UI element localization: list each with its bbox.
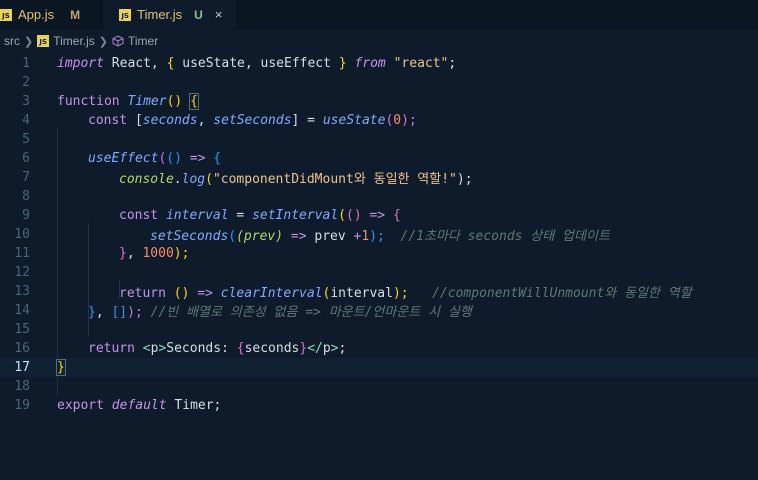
close-icon[interactable]: × [215,7,223,22]
line-number: 10 [14,227,30,242]
line-number: 14 [14,303,30,318]
chevron-right-icon: ❯ [24,35,34,48]
line-number: 16 [14,341,30,356]
code-line: 7 console.log("componentDidMount와 동일한 역할… [0,168,758,187]
code-line: 6 useEffect(() => { [0,149,758,168]
code-line: 8 [0,187,758,206]
code-editor[interactable]: 1 import React, { useState, useEffect } … [0,52,758,480]
line-number: 19 [14,398,30,413]
line-number: 4 [22,113,30,128]
code-line: 2 [0,73,758,92]
line-number: 2 [22,75,30,90]
code-text: export default Timer; [57,398,222,413]
line-number: 8 [22,189,30,204]
code-text: }, []); //빈 배열로 의존성 없음 => 마운트/언마운트 시 실행 [88,305,472,320]
breadcrumb-file[interactable]: Timer.js [53,34,95,48]
line-number: 3 [22,94,30,109]
chevron-right-icon: ❯ [98,35,108,48]
code-line: 19 export default Timer; [0,396,758,415]
code-line: 11 }, 1000); [0,244,758,263]
code-line: 18 [0,377,758,396]
code-line: 4 const [seconds, setSeconds] = useState… [0,111,758,130]
code-text: return () => clearInterval(interval); //… [119,286,692,301]
untracked-status-badge: U [194,7,203,22]
breadcrumb-folder[interactable]: src [4,34,20,48]
code-text: function Timer() { [57,93,199,110]
tab-timer-js[interactable]: JS Timer.js U × [103,0,238,29]
code-text: setSeconds((prev) => prev +1); //1초마다 se… [150,229,610,244]
code-line: 12 [0,263,758,282]
line-number: 17 [14,360,30,375]
code-text: const [seconds, setSeconds] = useState(0… [88,113,417,128]
code-line: 10 setSeconds((prev) => prev +1); //1초마다… [0,225,758,244]
code-text: useEffect(() => { [88,151,222,166]
code-text: }, 1000); [119,246,190,261]
line-number: 5 [22,132,30,147]
breadcrumb-symbol[interactable]: Timer [128,34,158,48]
tab-label: App.js [18,7,55,22]
code-line: 1 import React, { useState, useEffect } … [0,54,758,73]
line-number: 7 [22,170,30,185]
code-line: 13 return () => clearInterval(interval);… [0,282,758,301]
code-text: const interval = setInterval(() => { [119,208,401,223]
javascript-file-icon: JS [119,8,132,21]
code-line: 15 [0,320,758,339]
modified-status-badge: M [70,7,81,22]
javascript-file-icon: JS [0,8,12,21]
code-line: 5 [0,130,758,149]
symbol-cube-icon [112,35,124,47]
line-number: 11 [14,246,30,261]
tab-app-js[interactable]: JS App.js M [0,0,104,29]
editor-tab-bar: JS App.js M JS Timer.js U × [0,0,758,30]
code-line-current: 17 } [0,358,758,377]
line-number: 6 [22,151,30,166]
code-text: return <p>Seconds: {seconds}</p>; [88,341,347,356]
code-line: 16 return <p>Seconds: {seconds}</p>; [0,339,758,358]
line-number: 18 [14,379,30,394]
line-number: 1 [22,56,30,71]
breadcrumb: src ❯ JS Timer.js ❯ Timer [0,30,758,52]
tab-label: Timer.js [137,7,183,22]
line-number: 12 [14,265,30,280]
javascript-file-icon: JS [37,35,50,47]
line-number: 9 [22,208,30,223]
code-line: 3 function Timer() { [0,92,758,111]
line-number: 15 [14,322,30,337]
line-number: 13 [14,284,30,299]
code-text: import React, { useState, useEffect } fr… [57,56,457,71]
code-line: 14 }, []); //빈 배열로 의존성 없음 => 마운트/언마운트 시 … [0,301,758,320]
code-line: 9 const interval = setInterval(() => { [0,206,758,225]
code-text: } [56,359,66,376]
code-text: console.log("componentDidMount와 동일한 역할!"… [119,172,473,187]
